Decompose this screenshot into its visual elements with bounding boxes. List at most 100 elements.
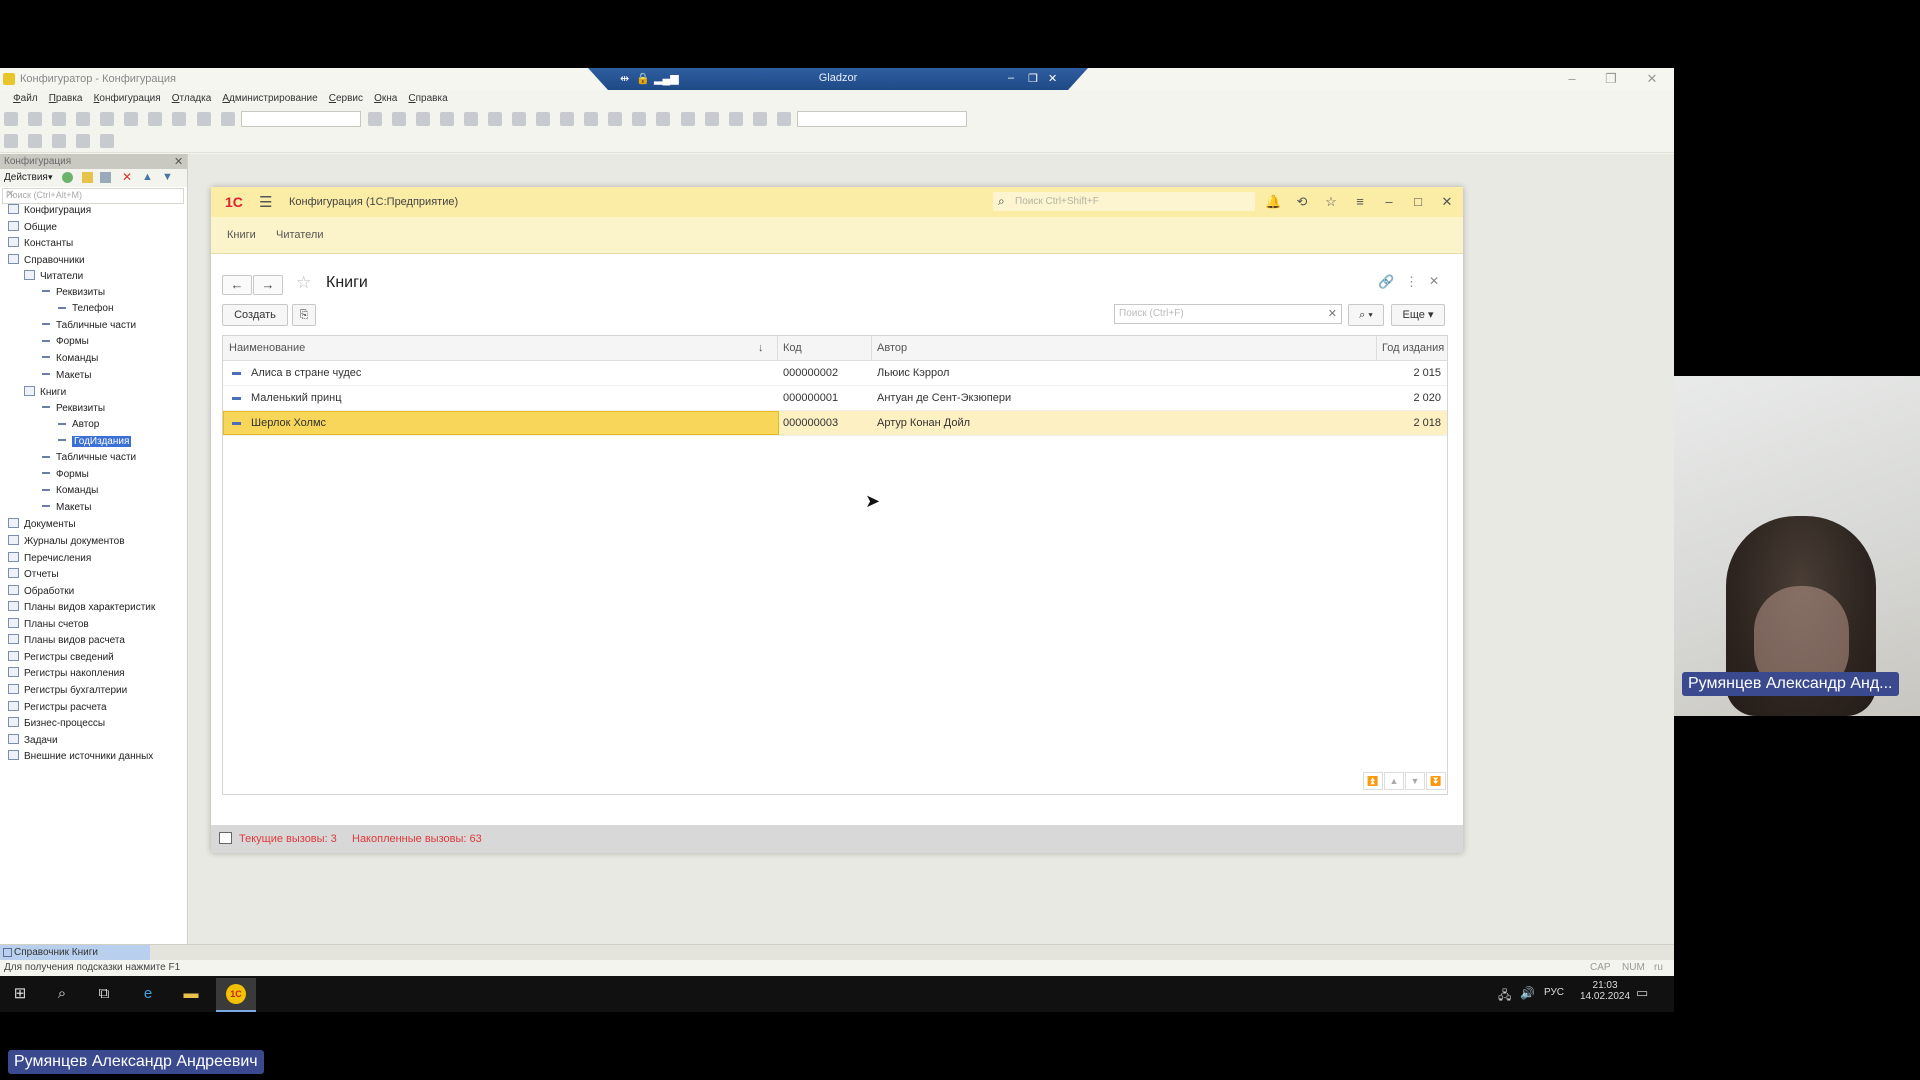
search-options-button[interactable]: ⌕ ▾ <box>1348 304 1384 326</box>
banner-close-icon[interactable]: ✕ <box>1048 72 1057 85</box>
windows-start-icon[interactable]: ⊞ <box>10 984 30 1004</box>
minimize-icon[interactable]: – <box>1562 71 1582 87</box>
column-header-code[interactable]: Код <box>783 342 802 354</box>
section-readers[interactable]: Читатели <box>276 229 324 241</box>
tree-item[interactable]: Обработки <box>8 584 74 601</box>
tool-icon-a[interactable] <box>415 112 430 126</box>
link-icon[interactable]: 🔗 <box>1378 274 1394 290</box>
menu-debug[interactable]: Отладка <box>168 90 216 104</box>
tool-icon-k[interactable] <box>656 112 671 126</box>
banner-restore-icon[interactable]: ❐ <box>1028 72 1038 85</box>
save-icon[interactable] <box>52 112 67 126</box>
syntax-helper-icon[interactable] <box>52 134 67 148</box>
tree-item[interactable]: Отчеты <box>8 568 59 584</box>
tree-close-icon[interactable]: ✕ <box>174 155 183 168</box>
notifications-icon[interactable]: ▭ <box>1636 985 1648 1001</box>
performance-icon[interactable] <box>219 832 232 844</box>
internet-explorer-icon[interactable]: e <box>138 984 158 1004</box>
undo-icon[interactable] <box>172 112 187 126</box>
tree-item[interactable]: Книги <box>24 386 66 402</box>
actions-menu[interactable]: Действия <box>4 172 48 183</box>
grid-search-input[interactable]: Поиск (Ctrl+F) ✕ <box>1114 304 1342 324</box>
history-icon[interactable]: ⟲ <box>1294 194 1310 210</box>
tree-item[interactable]: Планы видов характеристик <box>8 601 155 617</box>
tree-item[interactable]: Регистры бухгалтерии <box>8 683 127 700</box>
menu-windows[interactable]: Окна <box>370 90 401 104</box>
delete-icon[interactable]: ✕ <box>122 170 132 184</box>
forward-button[interactable]: → <box>253 275 283 295</box>
tree-item[interactable]: Справочники <box>8 253 85 270</box>
section-books[interactable]: Книги <box>227 229 256 241</box>
menu-help[interactable]: Справка <box>404 90 451 104</box>
tree-item[interactable]: Реквизиты <box>40 287 105 303</box>
tool-icon-d[interactable] <box>488 112 502 126</box>
column-header-author[interactable]: Автор <box>877 342 907 354</box>
column-header-year[interactable]: Год издания <box>1382 342 1444 354</box>
edit-icon[interactable] <box>82 172 93 183</box>
back-button[interactable]: ← <box>222 275 252 295</box>
run-icon[interactable] <box>100 134 115 148</box>
tree-item[interactable]: Реквизиты <box>40 403 105 419</box>
table-row[interactable]: Маленький принц 000000001 Антуан де Сент… <box>223 386 1447 411</box>
tool-icon-m[interactable] <box>704 112 719 126</box>
taskbar-1c-button[interactable]: 1C <box>216 978 256 1012</box>
scroll-down-icon[interactable]: ▼ <box>1405 772 1425 790</box>
module-combo[interactable] <box>796 111 967 127</box>
scroll-up-icon[interactable]: ▲ <box>1384 772 1404 790</box>
tree-item[interactable]: Планы видов расчета <box>8 634 125 650</box>
star-icon[interactable]: ☆ <box>1323 194 1339 210</box>
more-vertical-icon[interactable]: ⋮ <box>1405 274 1418 290</box>
tool-icon-i[interactable] <box>608 112 623 126</box>
language-indicator[interactable]: РУС <box>1544 987 1564 998</box>
open-icon[interactable] <box>28 112 43 126</box>
tree-item[interactable]: Перечисления <box>8 551 91 568</box>
tree-item[interactable]: Документы <box>8 518 76 534</box>
tree-item[interactable]: Константы <box>8 237 73 253</box>
menu-hamburger-icon[interactable]: ☰ <box>259 193 272 211</box>
close-icon[interactable]: ✕ <box>1642 71 1662 87</box>
tree-item[interactable]: Регистры сведений <box>8 650 114 667</box>
global-search-input[interactable]: ⌕ Поиск Ctrl+Shift+F <box>993 192 1255 211</box>
move-up-icon[interactable]: ▲ <box>142 171 153 183</box>
menu-configuration[interactable]: Конфигурация <box>90 90 165 104</box>
find-prev-icon[interactable] <box>391 112 406 126</box>
menu-edit[interactable]: Правка <box>45 90 87 104</box>
tool-icon-f[interactable] <box>536 112 551 126</box>
tree-item[interactable]: ГодИздания <box>56 435 132 452</box>
actions-dropdown-icon[interactable]: ▾ <box>48 172 53 183</box>
form-close-icon[interactable]: ✕ <box>1429 274 1439 288</box>
tree-item[interactable]: Внешние источники данных <box>8 750 153 766</box>
tree-item[interactable]: Журналы документов <box>8 535 125 551</box>
find-next-icon[interactable] <box>367 112 382 126</box>
redo-icon[interactable] <box>196 112 211 126</box>
tree-item[interactable]: Конфигурация <box>8 204 91 220</box>
tree-item[interactable]: Читатели <box>24 270 83 286</box>
new-icon[interactable] <box>4 112 18 126</box>
funnel-icon[interactable]: ≡ <box>1352 194 1368 210</box>
tree-item[interactable]: Табличные части <box>40 320 136 336</box>
banner-minimize-icon[interactable]: – <box>1008 72 1014 84</box>
tree-item[interactable]: Планы счетов <box>8 617 89 634</box>
window-tab-books[interactable]: Справочник Книги <box>0 945 150 961</box>
minimize-icon[interactable]: – <box>1381 194 1397 210</box>
tool-icon-p[interactable] <box>776 112 791 126</box>
cut-icon[interactable] <box>76 112 91 126</box>
volume-icon[interactable]: 🔊 <box>1520 986 1535 1000</box>
copy-button[interactable]: ⎘ <box>292 304 316 326</box>
tree-item[interactable]: Формы <box>40 469 89 485</box>
tree-item[interactable]: Регистры расчета <box>8 700 107 717</box>
find-icon[interactable] <box>220 112 235 126</box>
tree-item[interactable]: Задачи <box>8 733 58 750</box>
tree-item[interactable]: Табличные части <box>40 452 136 468</box>
tree-item[interactable]: Телефон <box>56 303 113 319</box>
scroll-top-icon[interactable]: ⏫ <box>1363 772 1383 790</box>
network-icon[interactable]: 🖧 <box>1498 986 1511 1007</box>
table-row-selected[interactable]: Шерлок Холмс 000000003 Артур Конан Дойл … <box>223 411 1447 436</box>
favorite-star-icon[interactable]: ☆ <box>296 273 311 293</box>
tree-item[interactable]: Автор <box>56 419 99 435</box>
sort-arrow-icon[interactable]: ↓ <box>758 342 764 354</box>
grid-search-clear-icon[interactable]: ✕ <box>1328 307 1337 320</box>
bell-icon[interactable]: 🔔 <box>1265 194 1281 210</box>
column-header-name[interactable]: Наименование <box>229 342 305 354</box>
tool-icon-e[interactable] <box>512 112 527 126</box>
